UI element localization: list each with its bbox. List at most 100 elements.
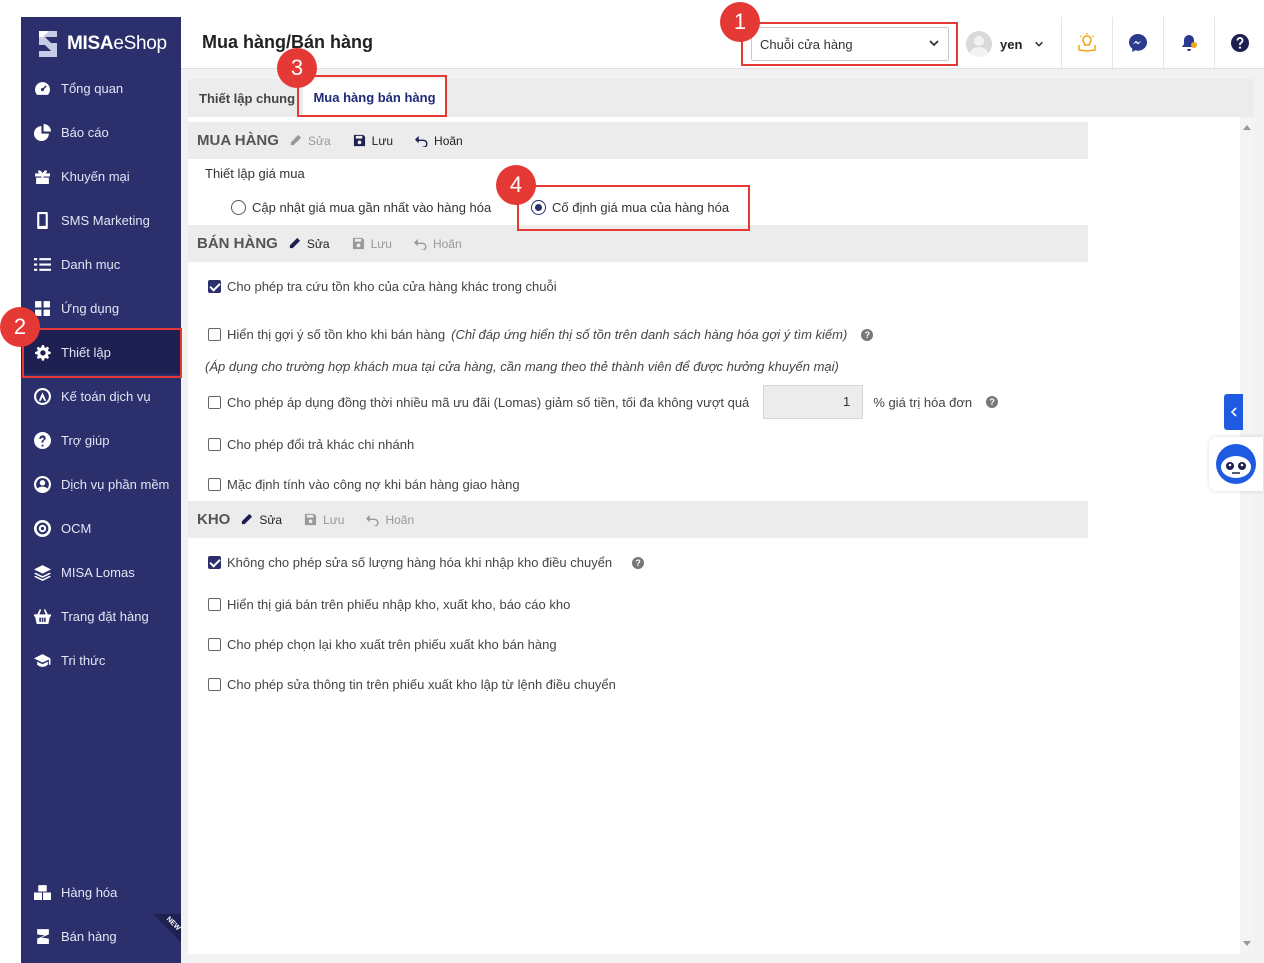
checkbox-sales-5[interactable] xyxy=(208,478,221,491)
warehouse-undo-button[interactable]: Hoãn xyxy=(366,513,414,527)
sales-option-3[interactable]: Cho phép áp dụng đồng thời nhiều mã ưu đ… xyxy=(208,385,999,419)
sales-option-2-label: Hiển thị gợi ý số tồn kho khi bán hàng xyxy=(227,327,446,342)
guide-button[interactable] xyxy=(1061,17,1111,69)
new-badge: NEW xyxy=(153,914,181,942)
logo[interactable]: MISAeShop xyxy=(21,17,181,71)
warehouse-option-3-label: Cho phép chọn lại kho xuất trên phiếu xu… xyxy=(227,637,557,652)
pencil-icon xyxy=(290,134,302,146)
sales-option-1[interactable]: Cho phép tra cứu tồn kho của cửa hàng kh… xyxy=(208,279,557,294)
sales-save-button[interactable]: Lưu xyxy=(352,237,392,251)
checkbox-sales-1[interactable] xyxy=(208,280,221,293)
sales-undo-button[interactable]: Hoãn xyxy=(413,237,462,251)
warehouse-option-3[interactable]: Cho phép chọn lại kho xuất trên phiếu xu… xyxy=(208,637,557,652)
checkbox-sales-4[interactable] xyxy=(208,438,221,451)
graduation-cap-icon xyxy=(33,651,51,669)
scroll-down-arrow-icon[interactable] xyxy=(1243,941,1251,946)
sales-option-5[interactable]: Mặc định tính vào công nợ khi bán hàng g… xyxy=(208,477,520,492)
sidebar-item-tong-quan[interactable]: Tổng quan xyxy=(21,66,181,110)
purchase-edit-button[interactable]: Sửa xyxy=(289,134,331,148)
chatbot-button[interactable] xyxy=(1209,437,1263,491)
help-icon[interactable]: ? xyxy=(986,396,999,408)
warehouse-option-1[interactable]: Không cho phép sửa số lượng hàng hóa khi… xyxy=(208,555,645,570)
sidebar-item-label: Bán hàng xyxy=(61,928,117,944)
option-update-price[interactable]: Cập nhật giá mua gần nhất vào hàng hóa xyxy=(231,200,491,215)
pencil-icon xyxy=(289,237,300,249)
list-icon xyxy=(33,255,51,273)
sidebar-item-tri-thuc[interactable]: Tri thức xyxy=(21,638,181,682)
user-menu[interactable]: yen xyxy=(966,27,1044,61)
boxes-icon xyxy=(33,883,51,901)
purchase-section-title: MUA HÀNG xyxy=(197,132,279,149)
radio-update-price[interactable] xyxy=(231,200,246,215)
sidebar-item-misa-lomas[interactable]: MISA Lomas xyxy=(21,550,181,594)
sidebar-item-ocm[interactable]: OCM xyxy=(21,506,181,550)
sidebar-item-ban-hang[interactable]: Bán hàng NEW xyxy=(21,914,181,958)
help-icon[interactable]: ? xyxy=(632,556,645,569)
sidebar-item-label: Trang đặt hàng xyxy=(61,608,149,624)
sidebar-item-ke-toan-dich-vu[interactable]: Kế toán dịch vụ xyxy=(21,374,181,418)
callout-box-2 xyxy=(22,328,182,378)
sidebar-item-hang-hoa[interactable]: Hàng hóa xyxy=(21,870,181,914)
sidebar-item-label: Dịch vụ phần mềm xyxy=(61,476,170,492)
sales-option-3-suffix: % giá trị hóa đơn xyxy=(873,394,973,410)
scroll-up-arrow-icon[interactable] xyxy=(1243,125,1251,130)
chevron-down-icon xyxy=(1035,41,1044,47)
sales-option-2-note: (Chỉ đáp ứng hiển thị số tồn trên danh s… xyxy=(451,327,848,342)
sidebar-item-label: Tri thức xyxy=(61,652,106,668)
sidebar-item-danh-muc[interactable]: Danh mục xyxy=(21,242,181,286)
phone-icon xyxy=(33,211,51,229)
avatar xyxy=(966,31,992,57)
sidebar-item-tro-giup[interactable]: Trợ giúp xyxy=(21,418,181,462)
collapse-panel-tab[interactable] xyxy=(1224,394,1243,430)
sales-option-4-label: Cho phép đổi trả khác chi nhánh xyxy=(227,437,415,452)
warehouse-save-button[interactable]: Lưu xyxy=(304,513,344,527)
messenger-button[interactable] xyxy=(1112,17,1162,69)
warehouse-option-2[interactable]: Hiển thị giá bán trên phiếu nhập kho, xu… xyxy=(208,597,570,612)
app-window: MISAeShop Tổng quan Báo cáo Khuyến mại S… xyxy=(21,17,1264,963)
bell-icon xyxy=(1181,35,1197,51)
notifications-button[interactable] xyxy=(1163,17,1213,69)
warehouse-edit-button[interactable]: Sửa xyxy=(240,513,282,527)
scrollbar[interactable] xyxy=(1240,117,1254,954)
checkbox-warehouse-1[interactable] xyxy=(208,556,221,569)
discount-limit-input[interactable]: 1 xyxy=(763,385,864,419)
purchase-save-button[interactable]: Lưu xyxy=(353,134,393,148)
help-icon[interactable]: ? xyxy=(861,328,874,341)
callout-box-4 xyxy=(517,185,750,231)
checkbox-sales-2[interactable] xyxy=(208,328,221,341)
checkbox-warehouse-3[interactable] xyxy=(208,638,221,651)
sidebar-item-sms-marketing[interactable]: SMS Marketing xyxy=(21,198,181,242)
ocm-icon xyxy=(33,519,51,537)
accounting-icon xyxy=(33,387,51,405)
sales-edit-button[interactable]: Sửa xyxy=(288,237,330,251)
basket-icon xyxy=(33,607,51,625)
sales-option-4[interactable]: Cho phép đổi trả khác chi nhánh xyxy=(208,437,414,452)
sidebar-item-ung-dung[interactable]: Ứng dụng xyxy=(21,286,181,330)
messenger-icon xyxy=(1128,34,1147,52)
chatbot-robot-icon xyxy=(1216,444,1256,484)
sales-option-3-label: Cho phép áp dụng đồng thời nhiều mã ưu đ… xyxy=(227,394,750,410)
gift-icon xyxy=(33,167,51,185)
sidebar-item-label: Tổng quan xyxy=(61,80,124,96)
warehouse-option-4[interactable]: Cho phép sửa thông tin trên phiếu xuất k… xyxy=(208,677,616,692)
purchase-undo-button[interactable]: Hoãn xyxy=(415,134,463,148)
sidebar-item-khuyen-mai[interactable]: Khuyến mại xyxy=(21,154,181,198)
callout-number-3: 3 xyxy=(277,48,317,88)
sidebar-item-bao-cao[interactable]: Báo cáo xyxy=(21,110,181,154)
callout-number-4: 4 xyxy=(496,165,536,205)
help-button[interactable] xyxy=(1214,17,1264,69)
undo-icon xyxy=(366,514,379,526)
checkbox-warehouse-2[interactable] xyxy=(208,598,221,611)
callout-number-2: 2 xyxy=(0,307,40,347)
callout-box-3 xyxy=(297,75,447,117)
sidebar-item-dich-vu-phan-mem[interactable]: Dịch vụ phần mềm xyxy=(21,462,181,506)
floppy-icon xyxy=(353,134,365,147)
sidebar-item-label: Khuyến mại xyxy=(61,168,130,184)
sales-option-1-label: Cho phép tra cứu tồn kho của cửa hàng kh… xyxy=(227,279,557,294)
settings-content: MUA HÀNG Sửa Lưu Hoãn Thiết lập giá mua … xyxy=(188,117,1254,954)
layers-icon xyxy=(33,563,51,581)
checkbox-sales-3[interactable] xyxy=(208,395,221,409)
sidebar-item-trang-dat-hang[interactable]: Trang đặt hàng xyxy=(21,594,181,638)
checkbox-warehouse-4[interactable] xyxy=(208,678,221,691)
sales-option-2[interactable]: Hiển thị gợi ý số tồn kho khi bán hàng (… xyxy=(208,327,874,342)
